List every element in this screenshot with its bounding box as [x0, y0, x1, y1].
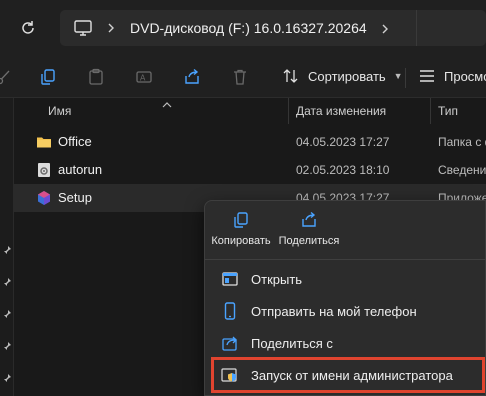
quick-action-share[interactable]: Поделиться	[275, 209, 343, 251]
toolbar-divider	[405, 68, 406, 88]
command-bar: A Сортировать ▼ Просмо	[0, 56, 486, 98]
column-header: Имя Дата изменения Тип	[14, 98, 486, 124]
quick-action-label: Поделиться	[278, 235, 340, 247]
sort-ascending-icon	[162, 98, 172, 108]
menu-item-share-with[interactable]: Поделиться с	[213, 327, 483, 359]
file-row[interactable]: Office 04.05.2023 17:27 Папка с ф	[14, 128, 486, 156]
address-bar[interactable]: DVD-дисковод (F:) 16.0.16327.20264	[60, 10, 486, 46]
office-setup-icon	[36, 190, 52, 206]
delete-icon[interactable]	[230, 67, 250, 87]
copy-icon[interactable]	[38, 67, 58, 87]
navigation-pane	[0, 98, 14, 396]
file-date: 02.05.2023 18:10	[296, 163, 390, 177]
chevron-right-icon[interactable]	[380, 22, 392, 40]
share-icon[interactable]	[182, 67, 202, 87]
menu-item-send-to-phone[interactable]: Отправить на мой телефон	[213, 295, 483, 327]
copy-icon	[232, 211, 250, 229]
pin-icon[interactable]	[1, 244, 13, 256]
column-type[interactable]: Тип	[438, 98, 458, 124]
file-name: autorun	[58, 162, 103, 177]
file-type: Папка с ф	[438, 135, 486, 149]
column-divider[interactable]	[288, 98, 289, 124]
pin-icon[interactable]	[1, 372, 13, 384]
phone-icon	[221, 302, 239, 320]
pin-icon[interactable]	[1, 276, 13, 288]
column-name[interactable]: Имя	[48, 98, 71, 124]
sort-icon	[283, 69, 298, 83]
menu-item-label: Открыть	[251, 271, 303, 287]
open-window-icon	[221, 270, 239, 288]
view-list-icon	[420, 70, 434, 82]
file-date: 04.05.2023 17:27	[296, 135, 390, 149]
rename-icon[interactable]: A	[134, 67, 154, 87]
menu-item-run-as-admin[interactable]: Запуск от имени администратора	[211, 357, 485, 393]
pin-icon[interactable]	[1, 340, 13, 352]
folder-icon	[36, 134, 52, 150]
settings-file-icon	[36, 162, 52, 178]
menu-item-label: Запуск от имени администратора	[251, 367, 453, 383]
file-row[interactable]: autorun 02.05.2023 18:10 Сведения	[14, 156, 486, 184]
view-button[interactable]: Просмо	[418, 67, 486, 85]
pin-icon[interactable]	[1, 308, 13, 320]
admin-shield-icon	[221, 366, 239, 384]
file-type: Сведения	[438, 163, 486, 177]
file-name: Setup	[58, 190, 92, 205]
column-date[interactable]: Дата изменения	[296, 98, 386, 124]
address-bar-row: DVD-дисковод (F:) 16.0.16327.20264	[0, 0, 486, 56]
quick-action-copy[interactable]: Копировать	[207, 209, 275, 251]
cut-icon[interactable]	[0, 67, 14, 87]
context-quick-actions: Копировать Поделиться	[205, 201, 485, 253]
file-name: Office	[58, 134, 92, 149]
refresh-button[interactable]	[14, 14, 42, 42]
share-with-icon	[221, 334, 239, 352]
chevron-down-icon: ▼	[393, 71, 403, 81]
address-dropdown[interactable]	[416, 10, 486, 46]
sort-label: Сортировать	[308, 68, 386, 84]
sort-button[interactable]: Сортировать ▼	[282, 67, 403, 85]
computer-icon	[72, 17, 94, 39]
menu-item-open[interactable]: Открыть	[213, 263, 483, 295]
refresh-icon	[22, 21, 34, 34]
quick-action-label: Копировать	[211, 235, 271, 247]
share-icon	[300, 211, 318, 229]
address-path[interactable]: DVD-дисковод (F:) 16.0.16327.20264	[130, 20, 367, 36]
svg-text:A: A	[140, 74, 146, 83]
context-menu: Копировать Поделиться Открыть Отправить …	[204, 200, 486, 396]
chevron-right-icon[interactable]	[106, 22, 118, 34]
menu-divider	[205, 259, 485, 260]
column-divider[interactable]	[430, 98, 431, 124]
paste-icon[interactable]	[86, 67, 106, 87]
view-label: Просмо	[444, 68, 486, 84]
menu-item-label: Отправить на мой телефон	[251, 303, 417, 319]
menu-item-label: Поделиться с	[251, 335, 333, 351]
